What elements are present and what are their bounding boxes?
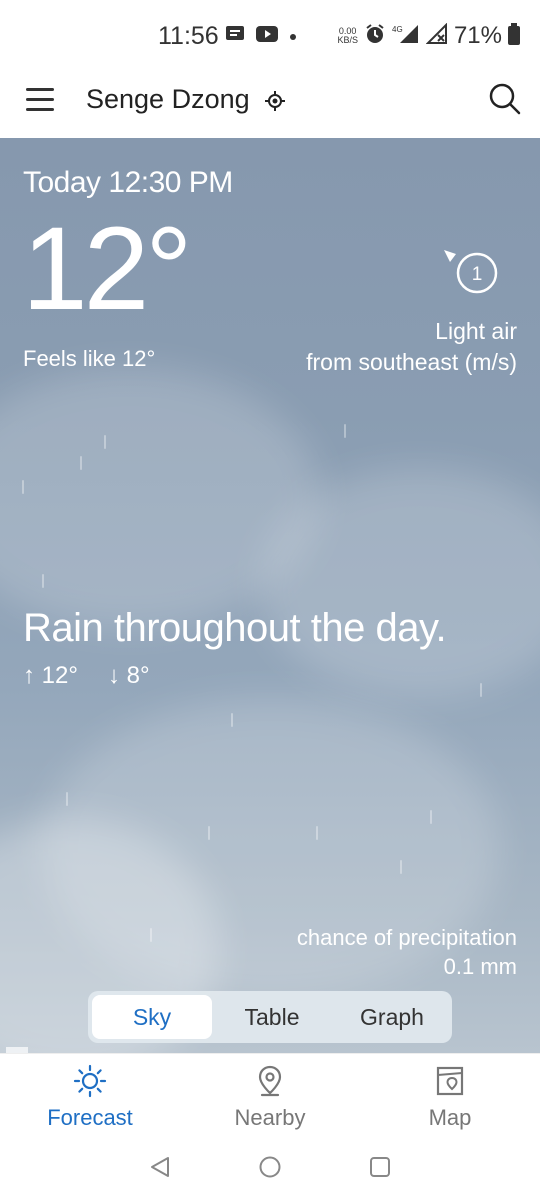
wind-speed: 1 xyxy=(472,264,483,285)
menu-icon-bar xyxy=(26,108,54,111)
feels-like: Feels like 12° xyxy=(23,346,156,371)
signal-no-service-icon xyxy=(425,22,448,50)
home-icon[interactable] xyxy=(258,1155,282,1184)
raindrop xyxy=(231,713,233,727)
notification-icons xyxy=(225,25,297,48)
raindrop xyxy=(80,456,82,470)
date-time: Today 12:30 PM xyxy=(23,166,233,199)
raindrop xyxy=(150,928,152,942)
menu-icon-bar xyxy=(26,98,54,101)
map-icon xyxy=(433,1066,467,1102)
status-time: 11:56 xyxy=(158,22,219,50)
message-icon xyxy=(225,25,245,48)
battery-percent: 71% xyxy=(453,22,502,49)
high-temp: ↑ 12° xyxy=(23,662,78,690)
menu-icon-bar xyxy=(26,88,54,91)
wind-direction-icon: 1 xyxy=(442,248,502,313)
map-pin-icon xyxy=(253,1065,287,1102)
high-low: ↑ 12° ↓ 8° xyxy=(23,662,150,690)
weather-hero: Today 12:30 PM 12° Feels like 12° 1 Ligh… xyxy=(0,138,540,1053)
status-right: 0.00 KB/S 4G 71% xyxy=(337,22,520,50)
weather-summary: Rain throughout the day. xyxy=(23,606,447,650)
menu-button[interactable] xyxy=(26,88,54,114)
bottom-navigation: Forecast Nearby Map xyxy=(0,1053,540,1136)
location-name[interactable]: Senge Dzong xyxy=(86,84,250,115)
network-speed: 0.00 KB/S xyxy=(337,27,358,45)
raindrop xyxy=(22,480,24,494)
location-target-icon[interactable] xyxy=(264,90,286,117)
wind-desc-line1: Light air xyxy=(435,318,517,344)
tab-sky[interactable]: Sky xyxy=(92,995,212,1039)
raindrop xyxy=(208,826,210,840)
nav-forecast-label: Forecast xyxy=(47,1105,133,1130)
precipitation: chance of precipitation 0.1 mm xyxy=(297,923,517,981)
high-value: 12° xyxy=(41,662,78,689)
raindrop xyxy=(400,860,402,874)
recents-icon[interactable] xyxy=(368,1155,392,1184)
current-temperature: 12° xyxy=(22,203,192,335)
arrow-down-icon: ↓ xyxy=(107,662,120,689)
nav-forecast[interactable]: Forecast xyxy=(15,1064,165,1131)
wind-description: Light air from southeast (m/s) xyxy=(306,316,517,378)
signal-4g-icon: 4G xyxy=(392,23,420,50)
precip-value: 0.1 mm xyxy=(443,954,517,979)
raindrop xyxy=(344,424,346,438)
search-icon[interactable] xyxy=(488,82,522,121)
raindrop xyxy=(316,826,318,840)
raindrop xyxy=(480,683,482,697)
raindrop xyxy=(430,810,432,824)
system-navigation xyxy=(0,1135,540,1200)
sun-icon xyxy=(73,1064,107,1102)
status-bar: 11:56 0.00 KB/S 4G 71% xyxy=(0,0,540,72)
nav-nearby-label: Nearby xyxy=(234,1105,306,1130)
app-bar: Senge Dzong xyxy=(0,72,540,139)
low-value: 8° xyxy=(126,662,150,689)
wind-desc-line2: from southeast (m/s) xyxy=(306,349,517,375)
raindrop xyxy=(66,792,68,806)
back-icon[interactable] xyxy=(148,1155,172,1184)
raindrop xyxy=(42,574,44,588)
precip-label: chance of precipitation xyxy=(296,925,517,950)
youtube-icon xyxy=(255,25,279,48)
low-temp: ↓ 8° xyxy=(108,662,150,690)
tab-table[interactable]: Table xyxy=(212,995,332,1039)
view-segmented-control: Sky Table Graph xyxy=(88,991,452,1043)
nav-map[interactable]: Map xyxy=(375,1064,525,1131)
nav-map-label: Map xyxy=(428,1105,472,1130)
nav-nearby[interactable]: Nearby xyxy=(195,1064,345,1131)
battery-icon xyxy=(508,22,520,50)
arrow-up-icon: ↑ xyxy=(23,662,35,689)
svg-text:4G: 4G xyxy=(392,25,403,34)
net-speed-unit: KB/S xyxy=(337,35,358,45)
dot-icon xyxy=(289,28,297,46)
raindrop xyxy=(104,435,106,449)
alarm-icon xyxy=(364,23,386,50)
tab-graph[interactable]: Graph xyxy=(332,995,452,1039)
